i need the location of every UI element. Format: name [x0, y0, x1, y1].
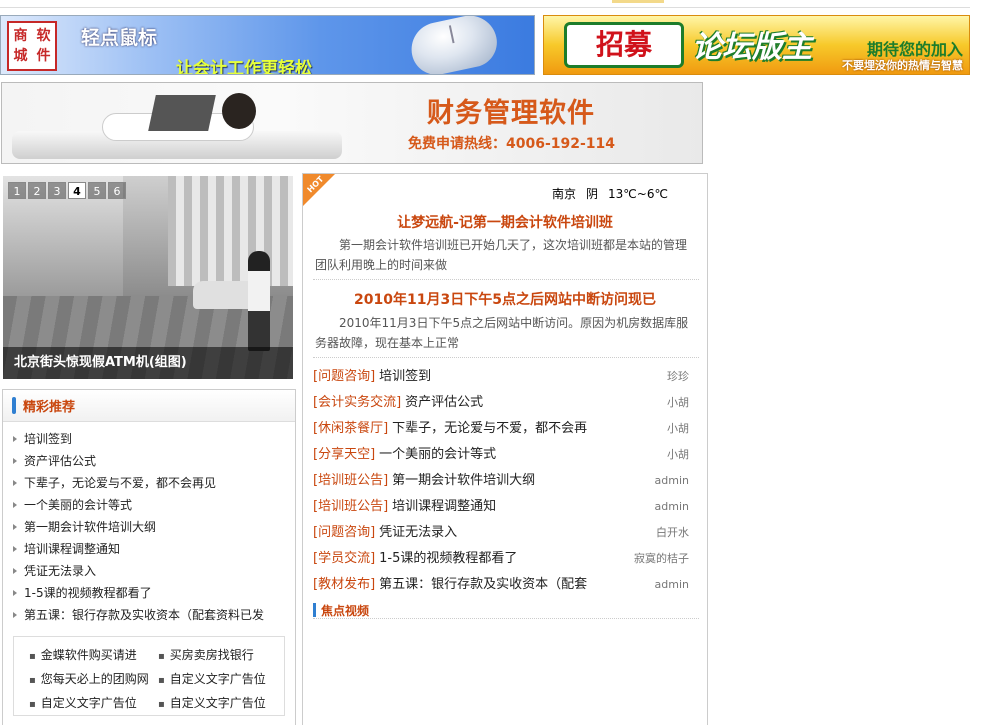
- banner-recruit-moderator[interactable]: 招募 论坛版主 期待您的加入 不要埋没你的热情与智慧: [543, 15, 970, 75]
- table-row[interactable]: [问题咨询] 培训签到 珍珍: [313, 364, 699, 390]
- post-title[interactable]: 一个美丽的会计等式: [379, 447, 496, 462]
- text-ad-links: 金蝶软件购买请进 买房卖房找银行 您每天必上的团购网 自定义文字广告位 自定义文…: [13, 636, 285, 716]
- post-author: 珍珍: [667, 370, 689, 383]
- table-row[interactable]: [培训班公告] 培训课程调整通知 admin: [313, 494, 699, 520]
- slide-tab-6[interactable]: 6: [108, 182, 126, 199]
- post-category[interactable]: [教材发布]: [313, 577, 375, 592]
- table-row[interactable]: [问题咨询] 凭证无法录入 白开水: [313, 520, 699, 546]
- top-divider: [0, 0, 970, 8]
- slide-tab-1[interactable]: 1: [8, 182, 26, 199]
- banner1-line2: 让会计工作更轻松: [176, 59, 312, 75]
- post-title[interactable]: 下辈子，无论爱与不爱，都不会再: [392, 421, 587, 436]
- post-category[interactable]: [培训班公告]: [313, 473, 388, 488]
- news-slideshow[interactable]: 1 2 3 4 5 6 北京街头惊现假ATM机(组图): [3, 176, 293, 379]
- focus-video-title[interactable]: 焦点视频: [321, 602, 369, 619]
- logo-stamp: 商软 城件: [7, 21, 57, 71]
- banner3-title: 财务管理软件: [427, 98, 595, 129]
- recommend-panel: 精彩推荐 培训签到 资产评估公式 下辈子，无论爱与不爱，都不会再见 一个美丽的会…: [2, 389, 296, 725]
- woman-laptop-image: [62, 91, 312, 141]
- ad-link[interactable]: 买房卖房找银行: [158, 646, 254, 663]
- recommend-list: 培训签到 资产评估公式 下辈子，无论爱与不爱，都不会再见 一个美丽的会计等式 第…: [3, 428, 293, 626]
- news-content-panel: HOT 南京阴 13℃~6℃ 让梦远航-记第一期会计软件培训班 第一期会计软件培训…: [302, 173, 708, 725]
- forum-post-list: [问题咨询] 培训签到 珍珍 [会计实务交流] 资产评估公式 小胡 [休闲茶餐厅] 下辈子…: [313, 364, 699, 598]
- post-category[interactable]: [会计实务交流]: [313, 395, 401, 410]
- list-item[interactable]: 凭证无法录入: [3, 560, 293, 582]
- recommend-title: 精彩推荐: [23, 400, 76, 415]
- post-category[interactable]: [问题咨询]: [313, 525, 375, 540]
- headline-1-summary: 第一期会计软件培训班已开始几天了，这次培训班都是本站的管理团队利用晚上的时间来做: [315, 238, 688, 272]
- post-category[interactable]: [培训班公告]: [313, 499, 388, 514]
- slide-tab-2[interactable]: 2: [28, 182, 46, 199]
- ad-link[interactable]: 自定义文字广告位: [158, 694, 266, 711]
- table-row[interactable]: [培训班公告] 第一期会计软件培训大纲 admin: [313, 468, 699, 494]
- list-item[interactable]: 下辈子，无论爱与不爱，都不会再见: [3, 472, 293, 494]
- headline-2[interactable]: 2010年11月3日下午5点之后网站中断访问现已: [303, 289, 707, 309]
- list-item[interactable]: 第五课：银行存款及实收资本（配套资料已发: [3, 604, 293, 626]
- post-title[interactable]: 凭证无法录入: [379, 525, 457, 540]
- list-item[interactable]: 一个美丽的会计等式: [3, 494, 293, 516]
- post-author: admin: [654, 578, 689, 591]
- post-title[interactable]: 第五课：银行存款及实收资本（配套: [379, 577, 587, 592]
- banner2-subtext: 不要埋没你的热情与智慧: [842, 59, 963, 72]
- post-title[interactable]: 第一期会计软件培训大纲: [392, 473, 535, 488]
- list-item[interactable]: 培训课程调整通知: [3, 538, 293, 560]
- post-title[interactable]: 培训课程调整通知: [392, 499, 496, 514]
- ad-link[interactable]: 您每天必上的团购网: [29, 670, 149, 687]
- slide-caption[interactable]: 北京街头惊现假ATM机(组图): [3, 347, 293, 379]
- weather-city: 南京: [552, 187, 577, 201]
- post-author: 小胡: [667, 422, 689, 435]
- post-author: 小胡: [667, 396, 689, 409]
- post-category[interactable]: [学员交流]: [313, 551, 375, 566]
- post-author: 寂寞的桔子: [634, 552, 689, 565]
- post-category[interactable]: [分享天空]: [313, 447, 375, 462]
- post-author: 白开水: [656, 526, 689, 539]
- recommend-header: 精彩推荐: [3, 390, 295, 422]
- banner-accounting-easy[interactable]: 商软 城件 轻点鼠标 让会计工作更轻松: [0, 15, 535, 75]
- post-category[interactable]: [问题咨询]: [313, 369, 375, 384]
- ad-link[interactable]: 金蝶软件购买请进: [29, 646, 137, 663]
- top-accent: [612, 0, 664, 3]
- weather-temp: 13℃~6℃: [608, 187, 668, 201]
- headline-1[interactable]: 让梦远航-记第一期会计软件培训班: [303, 212, 707, 232]
- weather-condition: 阴: [586, 187, 599, 201]
- weather-widget: 南京阴 13℃~6℃: [552, 185, 678, 202]
- focus-video-header: 焦点视频: [313, 602, 699, 619]
- ad-link[interactable]: 自定义文字广告位: [158, 670, 266, 687]
- computer-mouse-icon: [406, 16, 502, 74]
- table-row[interactable]: [分享天空] 一个美丽的会计等式 小胡: [313, 442, 699, 468]
- banner1-line1: 轻点鼠标: [81, 27, 158, 49]
- slideshow-tabs: 1 2 3 4 5 6: [8, 182, 126, 199]
- recruit-badge: 招募: [564, 22, 684, 68]
- table-row[interactable]: [会计实务交流] 资产评估公式 小胡: [313, 390, 699, 416]
- post-author: admin: [654, 474, 689, 487]
- post-title[interactable]: 培训签到: [379, 369, 431, 384]
- list-item[interactable]: 资产评估公式: [3, 450, 293, 472]
- table-row[interactable]: [休闲茶餐厅] 下辈子，无论爱与不爱，都不会再 小胡: [313, 416, 699, 442]
- divider: [313, 279, 699, 280]
- post-title[interactable]: 资产评估公式: [405, 395, 483, 410]
- list-item[interactable]: 第一期会计软件培训大纲: [3, 516, 293, 538]
- slide-tab-5[interactable]: 5: [88, 182, 106, 199]
- divider: [313, 357, 699, 358]
- post-author: 小胡: [667, 448, 689, 461]
- slide-tab-3[interactable]: 3: [48, 182, 66, 199]
- banner3-hotline: 免费申请热线：4006-192-114: [408, 136, 616, 152]
- forum-owner-text: 论坛版主: [692, 30, 812, 65]
- post-author: admin: [654, 500, 689, 513]
- post-title[interactable]: 1-5课的视频教程都看了: [379, 551, 517, 566]
- headline-2-summary: 2010年11月3日下午5点之后网站中断访问。原因为机房数据库服务器故障，现在基…: [315, 316, 689, 350]
- banner-finance-software[interactable]: 财务管理软件 免费申请热线：4006-192-114: [1, 82, 703, 164]
- table-row[interactable]: [学员交流] 1-5课的视频教程都看了 寂寞的桔子: [313, 546, 699, 572]
- table-row[interactable]: [教材发布] 第五课：银行存款及实收资本（配套 admin: [313, 572, 699, 598]
- list-item[interactable]: 1-5课的视频教程都看了: [3, 582, 293, 604]
- list-item[interactable]: 培训签到: [3, 428, 293, 450]
- post-category[interactable]: [休闲茶餐厅]: [313, 421, 388, 436]
- ad-link[interactable]: 自定义文字广告位: [29, 694, 137, 711]
- slide-tab-4[interactable]: 4: [68, 182, 86, 199]
